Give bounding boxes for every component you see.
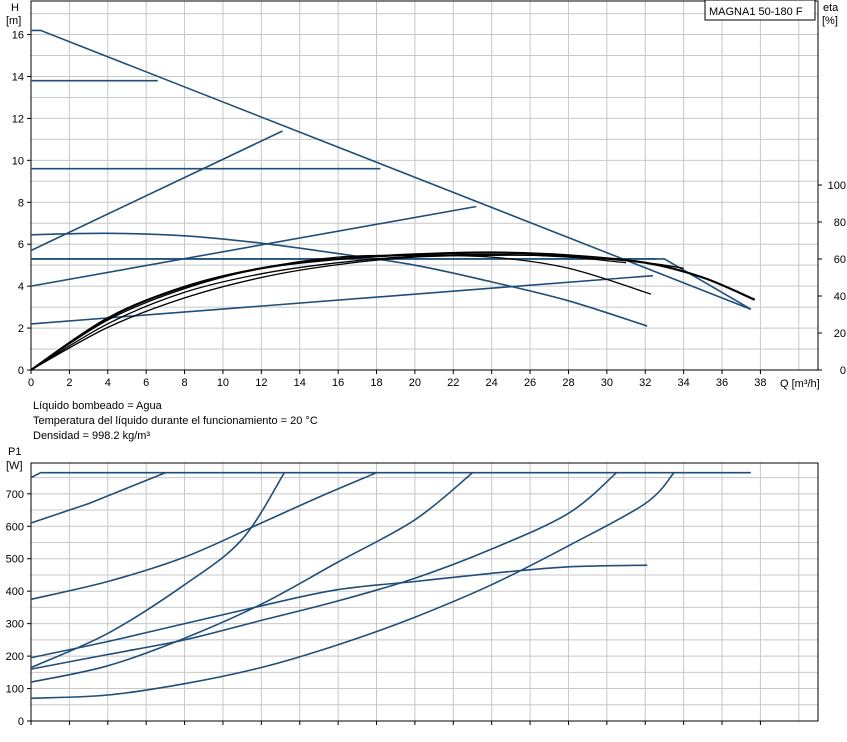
flow-tick-label: 26	[524, 377, 536, 389]
power-curve-curve	[30, 471, 166, 524]
head-tick-label: 12	[12, 113, 24, 125]
flow-tick-label: 36	[716, 377, 728, 389]
model-label: MAGNA1 50-180 F	[709, 6, 803, 18]
head-tick-label: 4	[18, 281, 24, 293]
power-tick-label: 300	[6, 619, 24, 631]
head-tick-label: 16	[12, 30, 24, 42]
flow-tick-label: 38	[754, 377, 766, 389]
power-chart-frame	[30, 462, 819, 722]
power-tick-label: 400	[6, 586, 24, 598]
flow-tick-label: 16	[332, 377, 344, 389]
head-tick-label: 10	[12, 155, 24, 167]
power-curve-max-curve	[30, 471, 751, 479]
power-tick-label: 700	[6, 489, 24, 501]
flow-tick-label: 20	[409, 377, 421, 389]
pump-performance-chart: MAGNA1 50-180 F H [m] eta [%] Q [m³/h] P…	[6, 0, 846, 728]
power-tick-label: 200	[6, 651, 24, 663]
efficiency-axis-unit: [%]	[822, 15, 838, 27]
head-curve-proportional-pressure	[30, 274, 653, 325]
head-axis-name: H	[11, 2, 19, 14]
flow-tick-label: 28	[562, 377, 574, 389]
power-curves	[30, 471, 751, 700]
power-curve-curve	[30, 472, 474, 683]
efficiency-tick-label: 60	[834, 254, 846, 266]
head-tick-label: 8	[18, 197, 24, 209]
head-curves	[30, 29, 752, 327]
power-axis-name: P1	[8, 446, 21, 458]
flow-tick-label: 14	[294, 377, 306, 389]
power-chart-grid	[30, 463, 818, 722]
power-tick-label: 500	[6, 554, 24, 566]
fluid-info-line-2: Temperatura del líquido durante el funci…	[33, 415, 318, 427]
flow-tick-label: 4	[105, 377, 111, 389]
power-chart-ticks: 0 100 200 300 400 500 600 700	[6, 489, 761, 728]
flow-tick-label: 2	[66, 377, 72, 389]
power-axis-unit: [W]	[6, 460, 23, 472]
flow-axis-label: Q [m³/h]	[780, 378, 820, 390]
head-tick-label: 14	[12, 71, 24, 83]
head-axis-unit: [m]	[6, 15, 21, 27]
power-curve-curve	[30, 471, 377, 601]
efficiency-tick-label: 20	[834, 328, 846, 340]
flow-tick-label: 0	[28, 377, 34, 389]
flow-tick-label: 30	[601, 377, 613, 389]
efficiency-curves	[30, 251, 756, 371]
flow-tick-label: 18	[370, 377, 382, 389]
fluid-info-line-1: Líquido bombeado = Agua	[33, 400, 163, 412]
efficiency-tick-label: 40	[834, 291, 846, 303]
power-tick-label: 100	[6, 684, 24, 696]
power-tick-label: 0	[18, 716, 24, 728]
head-tick-label: 2	[18, 323, 24, 335]
head-curve-proportional-pressure	[30, 130, 283, 252]
efficiency-curve	[30, 251, 756, 371]
flow-tick-label: 6	[143, 377, 149, 389]
head-chart-ticks: 0 2 4 6 8 10 12 14 16 18 20 22 24 26 28 30 32 34 36 3802468…	[12, 30, 846, 389]
efficiency-axis-name: eta	[823, 2, 839, 14]
flow-tick-label: 10	[217, 377, 229, 389]
efficiency-curve	[30, 254, 652, 371]
head-tick-label: 6	[18, 239, 24, 251]
flow-tick-label: 32	[639, 377, 651, 389]
fluid-info-line-3: Densidad = 998.2 kg/m³	[33, 430, 150, 442]
flow-tick-label: 8	[181, 377, 187, 389]
head-tick-label: 0	[18, 365, 24, 377]
efficiency-tick-label: 80	[834, 217, 846, 229]
efficiency-tick-label: 100	[828, 180, 846, 192]
flow-tick-label: 22	[447, 377, 459, 389]
flow-tick-label: 34	[678, 377, 690, 389]
flow-tick-label: 12	[255, 377, 267, 389]
efficiency-tick-label: 0	[840, 365, 846, 377]
power-tick-label: 600	[6, 521, 24, 533]
flow-tick-label: 24	[486, 377, 498, 389]
